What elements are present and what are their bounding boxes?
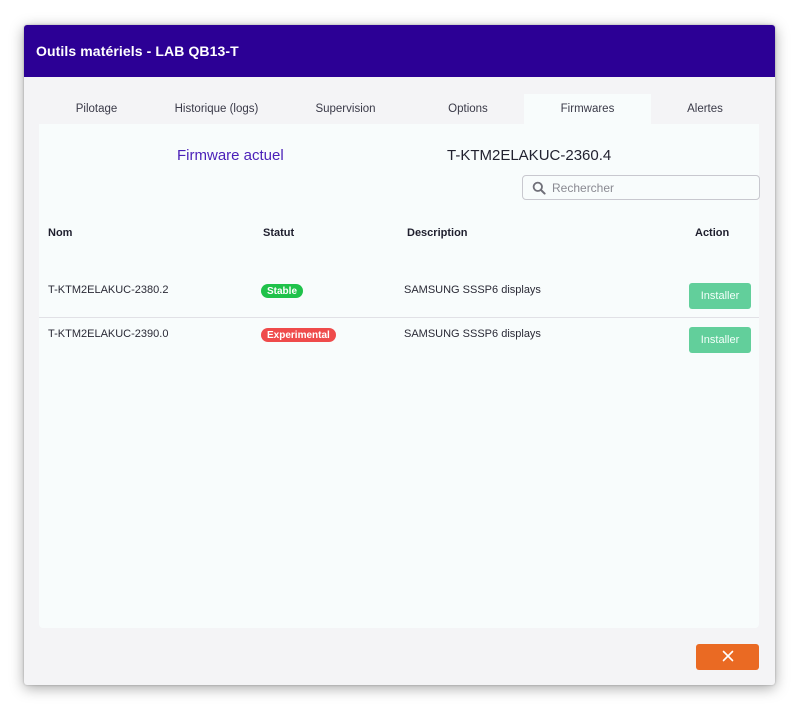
close-icon — [722, 650, 734, 665]
current-firmware-value: T-KTM2ELAKUC-2360.4 — [447, 147, 612, 164]
close-button[interactable] — [696, 644, 759, 670]
modal-header: Outils matériels - LAB QB13-T — [24, 25, 775, 77]
firmwares-panel: Firmware actuel T-KTM2ELAKUC-2360.4 Nom … — [39, 124, 760, 628]
current-firmware-label: Firmware actuel — [177, 147, 284, 164]
tab-alertes[interactable]: Alertes — [651, 94, 759, 124]
firmware-name: T-KTM2ELAKUC-2390.0 — [48, 328, 169, 340]
status-badge: Experimental — [261, 328, 336, 342]
tab-pilotage[interactable]: Pilotage — [39, 94, 154, 124]
column-header-status: Statut — [263, 227, 295, 239]
search-input[interactable] — [552, 180, 752, 195]
firmware-description: SAMSUNG SSSP6 displays — [404, 284, 541, 296]
column-header-description: Description — [407, 227, 468, 239]
search-box[interactable] — [522, 175, 760, 200]
tab-bar: Pilotage Historique (logs) Supervision O… — [39, 94, 759, 124]
status-badge: Stable — [261, 284, 304, 298]
tab-supervision[interactable]: Supervision — [279, 94, 412, 124]
install-button[interactable]: Installer — [689, 283, 751, 309]
firmware-description: SAMSUNG SSSP6 displays — [404, 328, 541, 340]
install-button[interactable]: Installer — [689, 327, 751, 353]
column-header-name: Nom — [48, 227, 73, 239]
column-header-action: Action — [695, 227, 730, 239]
tab-firmwares[interactable]: Firmwares — [524, 94, 651, 124]
table-row: T-KTM2ELAKUC-2390.0 Experimental SAMSUNG… — [39, 318, 759, 362]
tab-historique[interactable]: Historique (logs) — [154, 94, 279, 124]
firmware-modal: Outils matériels - LAB QB13-T Pilotage H… — [24, 25, 775, 685]
tab-options[interactable]: Options — [412, 94, 524, 124]
table-row: T-KTM2ELAKUC-2380.2 Stable SAMSUNG SSSP6… — [39, 274, 759, 318]
modal-title: Outils matériels - LAB QB13-T — [36, 43, 239, 59]
search-icon — [532, 181, 546, 195]
firmware-name: T-KTM2ELAKUC-2380.2 — [48, 284, 169, 296]
